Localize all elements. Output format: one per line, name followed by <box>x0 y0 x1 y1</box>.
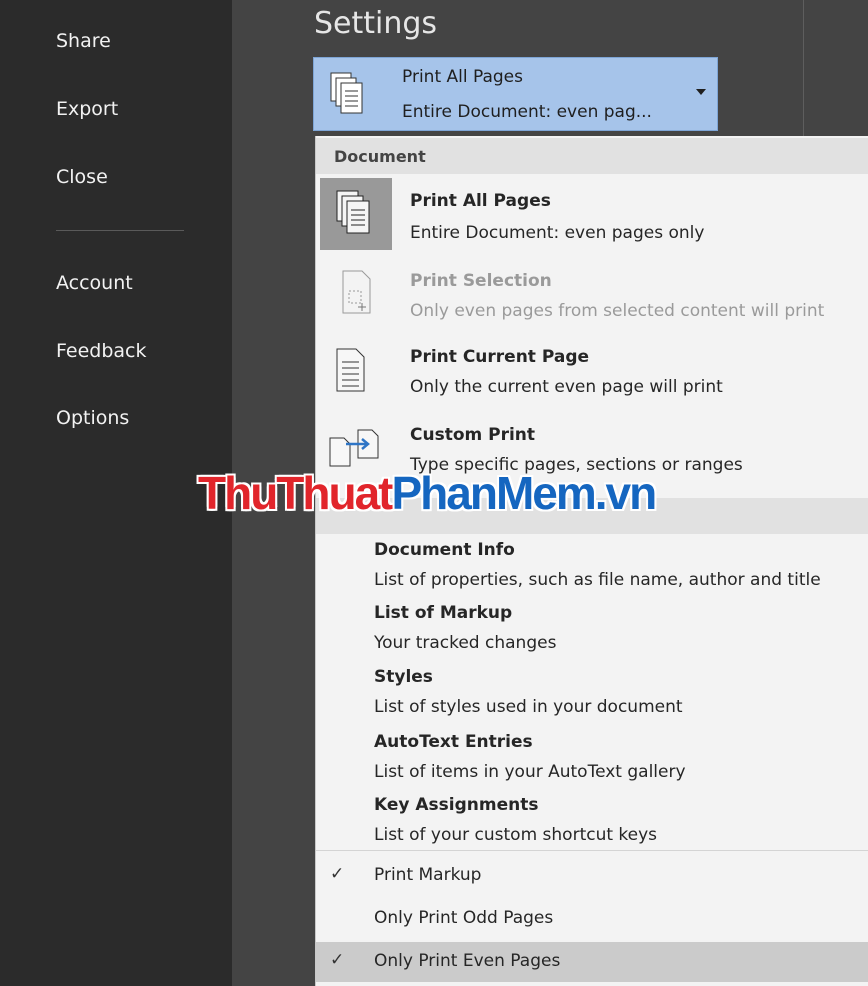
print-range-dropdown[interactable]: Print All Pages Entire Document: even pa… <box>313 57 718 131</box>
settings-heading: Settings <box>314 6 438 41</box>
menu-item-desc: Your tracked changes <box>374 633 557 653</box>
menu-divider <box>316 850 868 851</box>
nav-options[interactable]: Options <box>56 407 129 429</box>
menu-item-document-info[interactable]: Document Info <box>374 540 515 560</box>
menu-item-title: Print Current Page <box>410 347 590 367</box>
menu-item-desc: Only the current even page will print <box>410 377 723 397</box>
selection-page-icon <box>342 270 372 318</box>
menu-item-desc: Only even pages from selected content wi… <box>410 301 825 321</box>
checkmark-icon: ✓ <box>330 864 345 884</box>
section-header-label: Document <box>334 147 426 166</box>
nav-close[interactable]: Close <box>56 166 108 188</box>
menu-item-desc: Entire Document: even pages only <box>410 223 705 243</box>
pane-divider <box>803 0 804 140</box>
print-range-menu: Document Print All Pages Entire Document… <box>315 136 868 986</box>
option-label: Only Print Odd Pages <box>374 908 554 928</box>
menu-item-list-of-markup[interactable]: List of Markup <box>374 603 512 623</box>
nav-export[interactable]: Export <box>56 98 118 120</box>
menu-item-desc: List of items in your AutoText gallery <box>374 762 686 782</box>
option-label: Print Markup <box>374 865 482 885</box>
option-print-markup[interactable]: ✓ Print Markup <box>316 856 868 896</box>
watermark: ThuThuatPhanMem.vn <box>198 466 658 520</box>
menu-item-desc: List of properties, such as file name, a… <box>374 570 821 590</box>
dropdown-subtitle: Entire Document: even pag... <box>402 102 652 122</box>
option-label: Only Print Even Pages <box>374 951 561 971</box>
menu-item-key-assignments[interactable]: Key Assignments <box>374 795 539 815</box>
menu-item-print-selection[interactable]: Print Selection Only even pages from sel… <box>316 256 868 334</box>
watermark-part-1: ThuThuat <box>198 467 393 519</box>
option-only-print-odd-pages[interactable]: Only Print Odd Pages <box>316 899 868 939</box>
option-only-print-even-pages[interactable]: ✓ Only Print Even Pages <box>316 942 868 982</box>
pages-stack-icon <box>330 72 364 120</box>
menu-item-print-current-page[interactable]: Print Current Page Only the current even… <box>316 334 868 412</box>
nav-divider <box>56 230 184 231</box>
dropdown-title: Print All Pages <box>402 67 524 87</box>
menu-item-desc: List of styles used in your document <box>374 697 683 717</box>
nav-account[interactable]: Account <box>56 272 133 294</box>
menu-item-styles[interactable]: Styles <box>374 667 433 687</box>
menu-item-title: Print All Pages <box>410 191 551 211</box>
menu-item-title: Custom Print <box>410 425 536 445</box>
nav-feedback[interactable]: Feedback <box>56 340 146 362</box>
checkmark-icon: ✓ <box>330 950 345 970</box>
menu-item-desc: List of your custom shortcut keys <box>374 825 658 845</box>
nav-share[interactable]: Share <box>56 30 111 52</box>
menu-item-title: Print Selection <box>410 271 552 291</box>
menu-item-autotext-entries[interactable]: AutoText Entries <box>374 732 533 752</box>
page-icon <box>336 348 366 396</box>
chevron-down-icon <box>696 89 706 95</box>
section-header-document: Document <box>316 138 868 174</box>
watermark-part-2: PhanMem.vn <box>391 467 658 519</box>
menu-item-print-all-pages[interactable]: Print All Pages Entire Document: even pa… <box>316 176 868 254</box>
pages-stack-icon <box>336 190 372 240</box>
